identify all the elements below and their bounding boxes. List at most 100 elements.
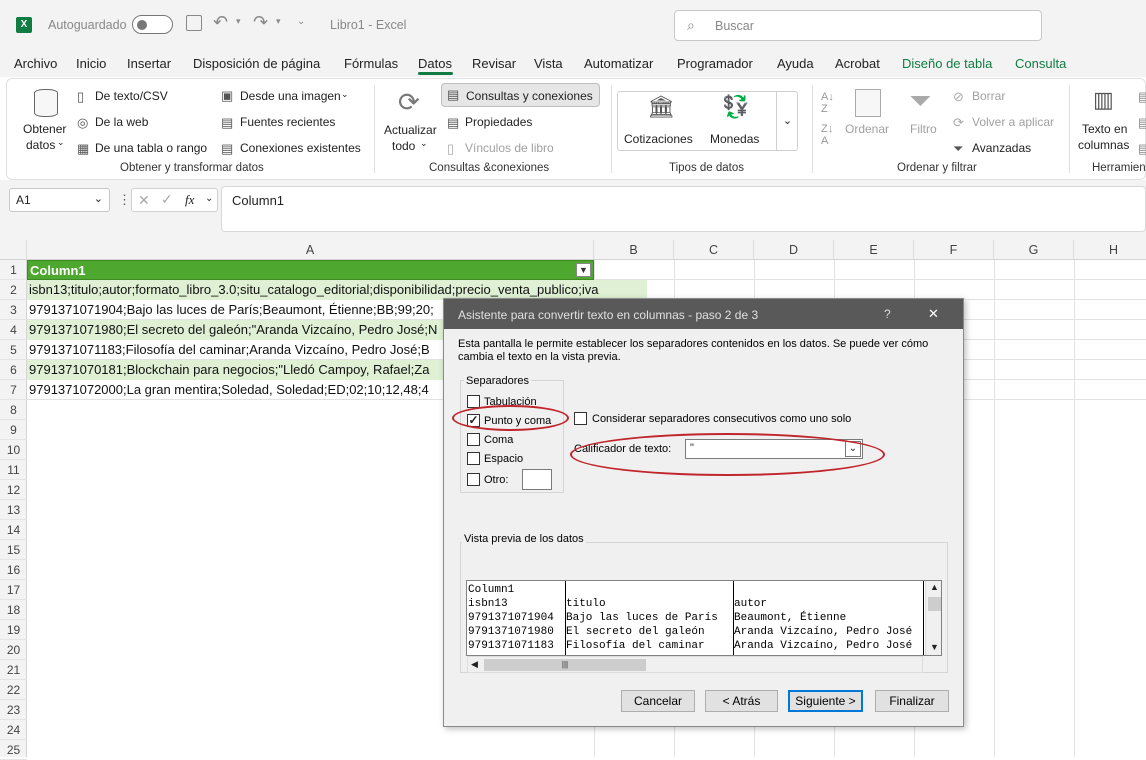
help-button[interactable]: ?: [884, 307, 891, 321]
row-header[interactable]: 14: [0, 520, 27, 540]
queries-connections-button[interactable]: ▤ Consultas y conexiones: [441, 83, 600, 107]
row-header[interactable]: 17: [0, 580, 27, 600]
other-separator-input[interactable]: [522, 469, 552, 490]
from-text-button[interactable]: De texto/CSV: [95, 89, 168, 103]
comma-checkbox[interactable]: [467, 433, 480, 446]
row-header[interactable]: 22: [0, 680, 27, 700]
from-web-button[interactable]: De la web: [95, 115, 148, 129]
row-header[interactable]: 15: [0, 540, 27, 560]
formula-bar-options-icon[interactable]: ⋮: [118, 192, 131, 208]
menu-archivo[interactable]: Archivo: [14, 56, 57, 71]
text-to-columns-label2[interactable]: columnas: [1078, 138, 1129, 152]
menu-consulta[interactable]: Consulta: [1015, 56, 1066, 71]
refresh-all-label1[interactable]: Actualizar: [384, 123, 437, 137]
menu-disposicion[interactable]: Disposición de página: [193, 56, 320, 71]
reapply-button[interactable]: Volver a aplicar: [972, 115, 1054, 129]
row-header[interactable]: 18: [0, 600, 27, 620]
row-header[interactable]: 10: [0, 440, 27, 460]
row-header[interactable]: 13: [0, 500, 27, 520]
cancel-button[interactable]: Cancelar: [621, 690, 695, 712]
customize-toolbar-icon[interactable]: ⌄: [297, 16, 305, 27]
row-header[interactable]: 21: [0, 660, 27, 680]
preview-vertical-scrollbar[interactable]: ▲ ▼: [925, 581, 941, 655]
undo-dropdown-icon[interactable]: ▾: [236, 16, 241, 27]
row-header[interactable]: 11: [0, 460, 27, 480]
column-header-b[interactable]: B: [594, 240, 674, 260]
menu-automatizar[interactable]: Automatizar: [584, 56, 653, 71]
row-header[interactable]: 12: [0, 480, 27, 500]
stocks-button[interactable]: Cotizaciones: [624, 132, 693, 146]
row-header[interactable]: 19: [0, 620, 27, 640]
consecutive-checkbox[interactable]: [574, 412, 587, 425]
row-header[interactable]: 9: [0, 420, 27, 440]
autosave-toggle[interactable]: [132, 15, 173, 34]
redo-dropdown-icon[interactable]: ▾: [276, 16, 281, 27]
scroll-up-icon[interactable]: ▲: [930, 582, 939, 592]
clear-button[interactable]: Borrar: [972, 89, 1005, 103]
filter-dropdown-icon[interactable]: ▼: [576, 263, 591, 277]
text-to-columns-label1[interactable]: Texto en: [1082, 122, 1127, 136]
table-header-cell[interactable]: Column1: [27, 260, 594, 280]
menu-programador[interactable]: Programador: [677, 56, 753, 71]
name-box[interactable]: A1 ⌄: [9, 188, 110, 212]
book-links-button[interactable]: Vínculos de libro: [465, 141, 554, 155]
sort-button[interactable]: Ordenar: [845, 122, 889, 136]
other-checkbox[interactable]: [467, 473, 480, 486]
filter-button[interactable]: Filtro: [910, 122, 937, 136]
scroll-left-icon[interactable]: ◀: [471, 659, 478, 670]
column-header-c[interactable]: C: [674, 240, 754, 260]
back-button[interactable]: < Atrás: [705, 690, 778, 712]
properties-button[interactable]: Propiedades: [465, 115, 532, 129]
select-all-corner[interactable]: [0, 240, 27, 260]
column-header-h[interactable]: H: [1074, 240, 1146, 260]
menu-formulas[interactable]: Fórmulas: [344, 56, 398, 71]
row-header[interactable]: 6: [0, 360, 27, 380]
data-preview[interactable]: Column1 isbn13 9791371071904 97913710719…: [466, 580, 942, 656]
column-header-g[interactable]: G: [994, 240, 1074, 260]
advanced-button[interactable]: Avanzadas: [972, 141, 1031, 155]
insert-function-icon[interactable]: fx: [185, 192, 194, 208]
data-validation-icon[interactable]: ▤: [1138, 141, 1146, 157]
sort-za-icon[interactable]: Z↓ A: [821, 123, 833, 147]
menu-diseno-tabla[interactable]: Diseño de tabla: [902, 56, 992, 71]
search-box[interactable]: ⌕ Buscar: [674, 10, 1042, 41]
cell[interactable]: isbn13;titulo;autor;formato_libro_3.0;si…: [27, 280, 647, 300]
column-header-d[interactable]: D: [754, 240, 834, 260]
sort-az-icon[interactable]: A↓ Z: [821, 91, 834, 115]
cancel-entry-icon[interactable]: ✕: [138, 192, 150, 209]
gallery-more-button[interactable]: ⌄: [776, 91, 798, 151]
hscroll-thumb[interactable]: |||: [484, 659, 646, 671]
menu-inicio[interactable]: Inicio: [76, 56, 106, 71]
row-header[interactable]: 5: [0, 340, 27, 360]
row-header[interactable]: 4: [0, 320, 27, 340]
undo-icon[interactable]: ↶: [213, 12, 228, 33]
column-header-f[interactable]: F: [914, 240, 994, 260]
row-header[interactable]: 7: [0, 380, 27, 400]
row-header[interactable]: 24: [0, 720, 27, 740]
row-header[interactable]: 1: [0, 260, 27, 280]
column-header-e[interactable]: E: [834, 240, 914, 260]
formula-input[interactable]: Column1: [221, 186, 1146, 232]
menu-vista[interactable]: Vista: [534, 56, 563, 71]
row-header[interactable]: 3: [0, 300, 27, 320]
confirm-entry-icon[interactable]: ✓: [161, 191, 173, 208]
scroll-thumb[interactable]: [928, 597, 941, 611]
refresh-dropdown-icon[interactable]: ⌄: [420, 138, 428, 149]
menu-datos[interactable]: Datos: [418, 56, 452, 71]
menu-ayuda[interactable]: Ayuda: [777, 56, 814, 71]
menu-acrobat[interactable]: Acrobat: [835, 56, 880, 71]
from-image-dropdown-icon[interactable]: ⌄: [341, 89, 349, 100]
finish-button[interactable]: Finalizar: [875, 690, 949, 712]
redo-icon[interactable]: ↷: [253, 12, 268, 33]
fx-dropdown-icon[interactable]: ⌄: [205, 193, 213, 204]
name-box-dropdown-icon[interactable]: ⌄: [94, 192, 103, 205]
row-header[interactable]: 2: [0, 280, 27, 300]
row-header[interactable]: 23: [0, 700, 27, 720]
get-data-label1[interactable]: Obtener: [23, 122, 66, 136]
comma-label[interactable]: Coma: [484, 434, 513, 446]
refresh-all-label2[interactable]: todo: [392, 139, 415, 153]
menu-revisar[interactable]: Revisar: [472, 56, 516, 71]
save-icon[interactable]: [186, 15, 202, 31]
currencies-button[interactable]: Monedas: [710, 132, 759, 146]
next-button[interactable]: Siguiente >: [788, 690, 863, 712]
